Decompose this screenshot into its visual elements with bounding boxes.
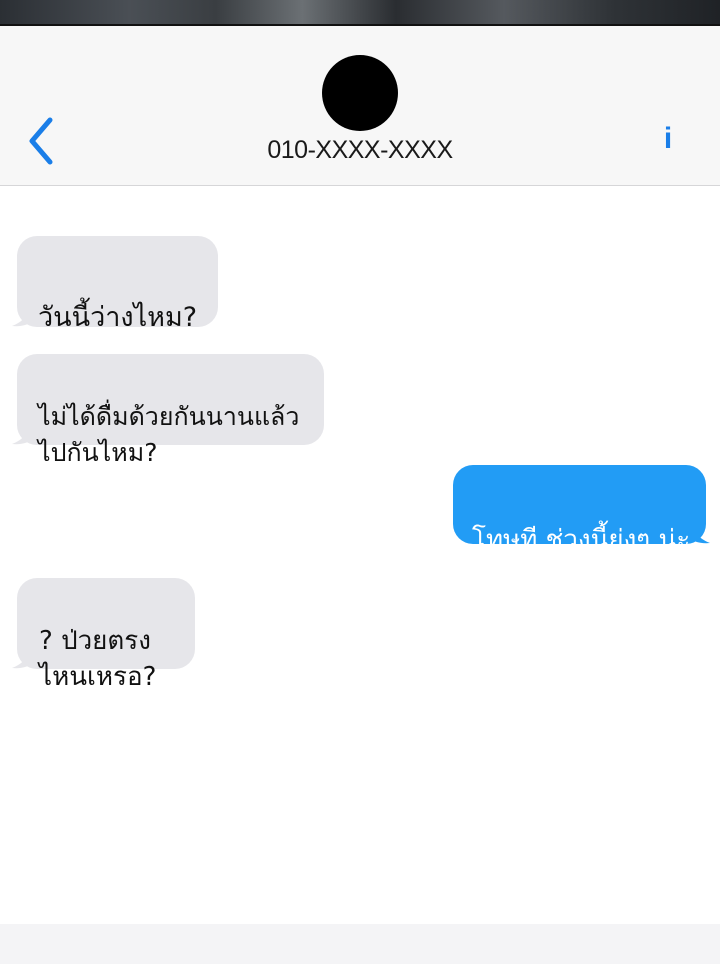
message-text: ไม่ได้ดื่มด้วยกันนานแล้ว ไปกันไหม? [38, 402, 300, 467]
contact-name: 010-XXXX-XXXX [267, 136, 453, 164]
info-button[interactable]: i [654, 122, 682, 156]
message-bubble-incoming[interactable]: ไม่ได้ดื่มด้วยกันนานแล้ว ไปกันไหม? [17, 354, 324, 467]
compose-bar[interactable] [0, 924, 720, 964]
message-bubble-incoming[interactable]: ? ป่วยตรง ไหนเหรอ? [17, 578, 195, 692]
chevron-left-icon [29, 117, 53, 165]
conversation-header: 010-XXXX-XXXX i [0, 26, 720, 186]
message-bubble-outgoing[interactable]: โทษที ช่วงนี้ยุ่งๆ น่ะ [453, 465, 706, 555]
bubble-tail [690, 522, 710, 544]
message-text: ? ป่วยตรง ไหนเหรอ? [39, 626, 157, 692]
message-text: โทษที ช่วงนี้ยุ่งๆ น่ะ [472, 525, 691, 555]
comic-panel-strip [0, 0, 720, 26]
bubble-tail [12, 305, 32, 327]
contact-avatar[interactable] [322, 55, 398, 131]
back-button[interactable] [22, 114, 62, 168]
message-bubble-incoming[interactable]: วันนี้ว่างไหม? [17, 236, 218, 333]
message-text: วันนี้ว่างไหม? [38, 302, 198, 333]
bubble-tail [12, 647, 32, 669]
bubble-tail [12, 423, 32, 445]
